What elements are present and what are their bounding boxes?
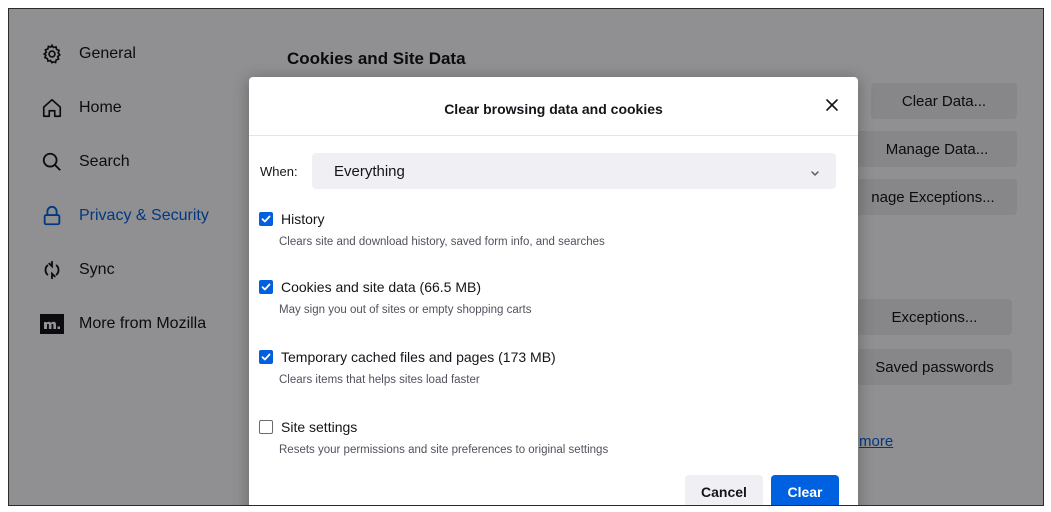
history-label[interactable]: History <box>281 211 325 227</box>
clear-button[interactable]: Clear <box>771 475 839 505</box>
cancel-button[interactable]: Cancel <box>685 475 763 505</box>
when-select[interactable]: Everything <box>312 153 836 189</box>
site-settings-description: Resets your permissions and site prefere… <box>279 444 609 456</box>
option-site-settings: Site settings Resets your permissions an… <box>259 419 608 456</box>
site-settings-checkbox[interactable] <box>259 420 273 434</box>
close-button[interactable] <box>820 95 844 119</box>
chevron-down-icon <box>810 165 820 182</box>
cache-checkbox[interactable] <box>259 350 273 364</box>
site-settings-label[interactable]: Site settings <box>281 419 357 435</box>
browser-window: General Home Search Privacy & Security S… <box>8 8 1044 506</box>
cookies-checkbox[interactable] <box>259 280 273 294</box>
option-cache: Temporary cached files and pages (173 MB… <box>259 349 556 386</box>
cache-label[interactable]: Temporary cached files and pages (173 MB… <box>281 349 556 365</box>
option-cookies: Cookies and site data (66.5 MB) May sign… <box>259 279 531 316</box>
dialog-divider <box>249 135 858 136</box>
when-label: When: <box>260 164 298 179</box>
cookies-label[interactable]: Cookies and site data (66.5 MB) <box>281 279 481 295</box>
cookies-description: May sign you out of sites or empty shopp… <box>279 304 532 316</box>
option-history: History Clears site and download history… <box>259 211 605 248</box>
when-select-value: Everything <box>334 162 405 180</box>
history-checkbox[interactable] <box>259 212 273 226</box>
close-icon <box>825 98 839 117</box>
cache-description: Clears items that helps sites load faste… <box>279 374 480 386</box>
dialog-title: Clear browsing data and cookies <box>444 101 663 117</box>
history-description: Clears site and download history, saved … <box>279 236 605 248</box>
clear-data-dialog: Clear browsing data and cookies When: Ev… <box>249 77 858 505</box>
